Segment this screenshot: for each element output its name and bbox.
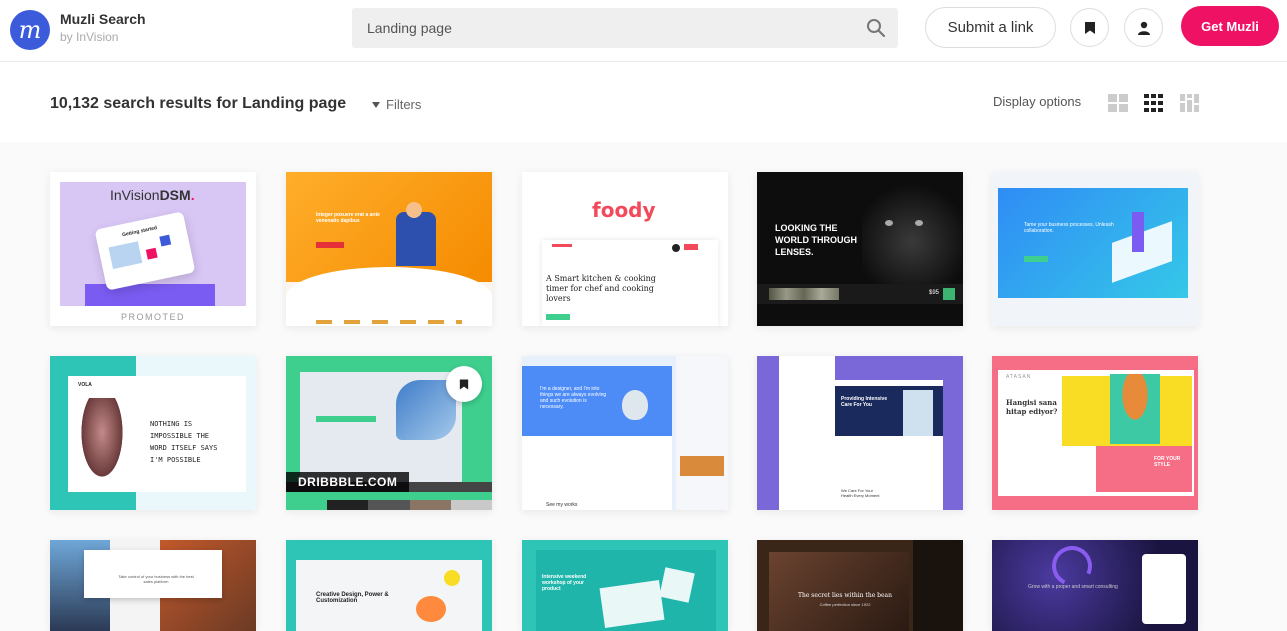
result-card[interactable]: The secret lies within the bean Coffee p… (757, 540, 963, 631)
top-header: m Muzli Search by InVision Submit a link… (0, 0, 1287, 62)
card-brand-accent: DSM (159, 187, 191, 203)
card-headline: A Smart kitchen & cooking timer for chef… (546, 274, 656, 303)
card-headline: Providing Intensive Care For You (841, 396, 888, 408)
card-thumbnail (286, 172, 492, 282)
card-headline: Hangisi sana hitap ediyor? (1006, 398, 1058, 416)
bookmark-icon (1084, 21, 1095, 34)
result-card[interactable]: Providing Intensive Care For You We Care… (757, 356, 963, 510)
results-bar: 10,132 search results for Landing page F… (0, 62, 1287, 142)
dribbble-badge: DRIBBBLE.COM (286, 472, 410, 492)
promoted-label: PROMOTED (50, 308, 256, 326)
brand-name: Muzli Search (60, 11, 146, 27)
result-card[interactable]: Intensive weekend workshop of your produ… (522, 540, 728, 631)
card-logo: foody (592, 198, 656, 222)
filters-toggle[interactable]: Filters (372, 97, 421, 112)
result-card[interactable]: Integer posuere erat a ante venenatis da… (286, 172, 492, 326)
grid-masonry-icon[interactable] (1180, 94, 1200, 112)
submit-link-button[interactable]: Submit a link (925, 7, 1056, 48)
result-card[interactable]: foody A Smart kitchen & cooking timer fo… (522, 172, 728, 326)
card-headline: Creative Design, Power & Customization (316, 592, 389, 604)
card-thumbnail: VOLA NOTHING IS IMPOSSIBLE THE WORD ITSE… (68, 376, 246, 492)
card-thumbnail: InVisionDSM. Getting started (60, 182, 246, 306)
result-card[interactable]: Take control of your business with the b… (50, 540, 256, 631)
search-bar (352, 8, 898, 48)
muzli-logo-icon[interactable]: m (10, 10, 50, 50)
card-headline: NOTHING IS IMPOSSIBLE THE WORD ITSELF SA… (150, 420, 218, 464)
card-brand: VOLA (78, 382, 92, 388)
user-icon (1137, 21, 1150, 35)
save-bookmark-button[interactable] (446, 366, 482, 402)
card-badge: FOR YOUR STYLE (1154, 456, 1181, 468)
card-footer: See my works (546, 502, 578, 508)
card-thumbnail: A Smart kitchen & cooking timer for chef… (542, 240, 718, 326)
result-card[interactable]: VOLA NOTHING IS IMPOSSIBLE THE WORD ITSE… (50, 356, 256, 510)
card-brand: ATASAN (1006, 374, 1032, 380)
card-headline: The secret lies within the bean (797, 592, 892, 599)
card-headline: Integer posuere erat a ante venenatis da… (316, 212, 380, 224)
search-icon[interactable] (866, 18, 886, 38)
get-muzli-button[interactable]: Get Muzli (1181, 6, 1279, 46)
card-mini-title: Getting started (121, 225, 158, 239)
result-card[interactable]: LOOKING THE WORLD THROUGH LENSES. $95 (757, 172, 963, 326)
card-price: $95 (929, 290, 940, 296)
grid-large-icon[interactable] (1108, 94, 1128, 112)
bookmarks-button[interactable] (1070, 8, 1109, 47)
grid-medium-icon[interactable] (1144, 94, 1164, 112)
card-brand: InVision (110, 187, 160, 203)
card-headline: LOOKING THE WORLD THROUGH LENSES. (775, 223, 857, 257)
result-card[interactable]: ATASAN Hangisi sana hitap ediyor? FOR YO… (992, 356, 1198, 510)
result-card[interactable]: Grow with a proper and smart consulting (992, 540, 1198, 631)
card-headline: Grow with a proper and smart consulting (1028, 584, 1118, 590)
card-subtitle: Coffee perfection since 1922 (819, 602, 871, 607)
brand: Muzli Search by InVision (60, 11, 146, 44)
brand-subtitle: by InVision (60, 30, 119, 44)
result-card[interactable]: Creative Design, Power & Customization (286, 540, 492, 631)
results-title: 10,132 search results for Landing page (50, 95, 347, 112)
filters-label: Filters (386, 97, 422, 112)
card-subtitle: We Care For Your Health Every Moment (841, 488, 880, 498)
display-options-label: Display options (993, 94, 1082, 109)
color-swatches (286, 500, 492, 510)
result-card[interactable]: DRIBBBLE.COM (286, 356, 492, 510)
results-grid: InVisionDSM. Getting started PROMOTED In… (0, 142, 1287, 631)
account-button[interactable] (1124, 8, 1163, 47)
result-card[interactable]: Tame your business processes. Unleash co… (992, 172, 1198, 326)
card-headline: Take control of your business with the b… (118, 574, 194, 584)
caret-down-icon (372, 101, 380, 108)
result-card[interactable]: I'm a designer, and I'm into things we a… (522, 356, 728, 510)
bookmark-icon (459, 379, 469, 389)
card-headline: I'm a designer, and I'm into things we a… (540, 386, 607, 410)
card-headline: Tame your business processes. Unleash co… (1024, 222, 1114, 234)
result-card[interactable]: InVisionDSM. Getting started PROMOTED (50, 172, 256, 326)
card-headline: Intensive weekend workshop of your produ… (542, 574, 587, 592)
search-input[interactable] (352, 8, 852, 48)
